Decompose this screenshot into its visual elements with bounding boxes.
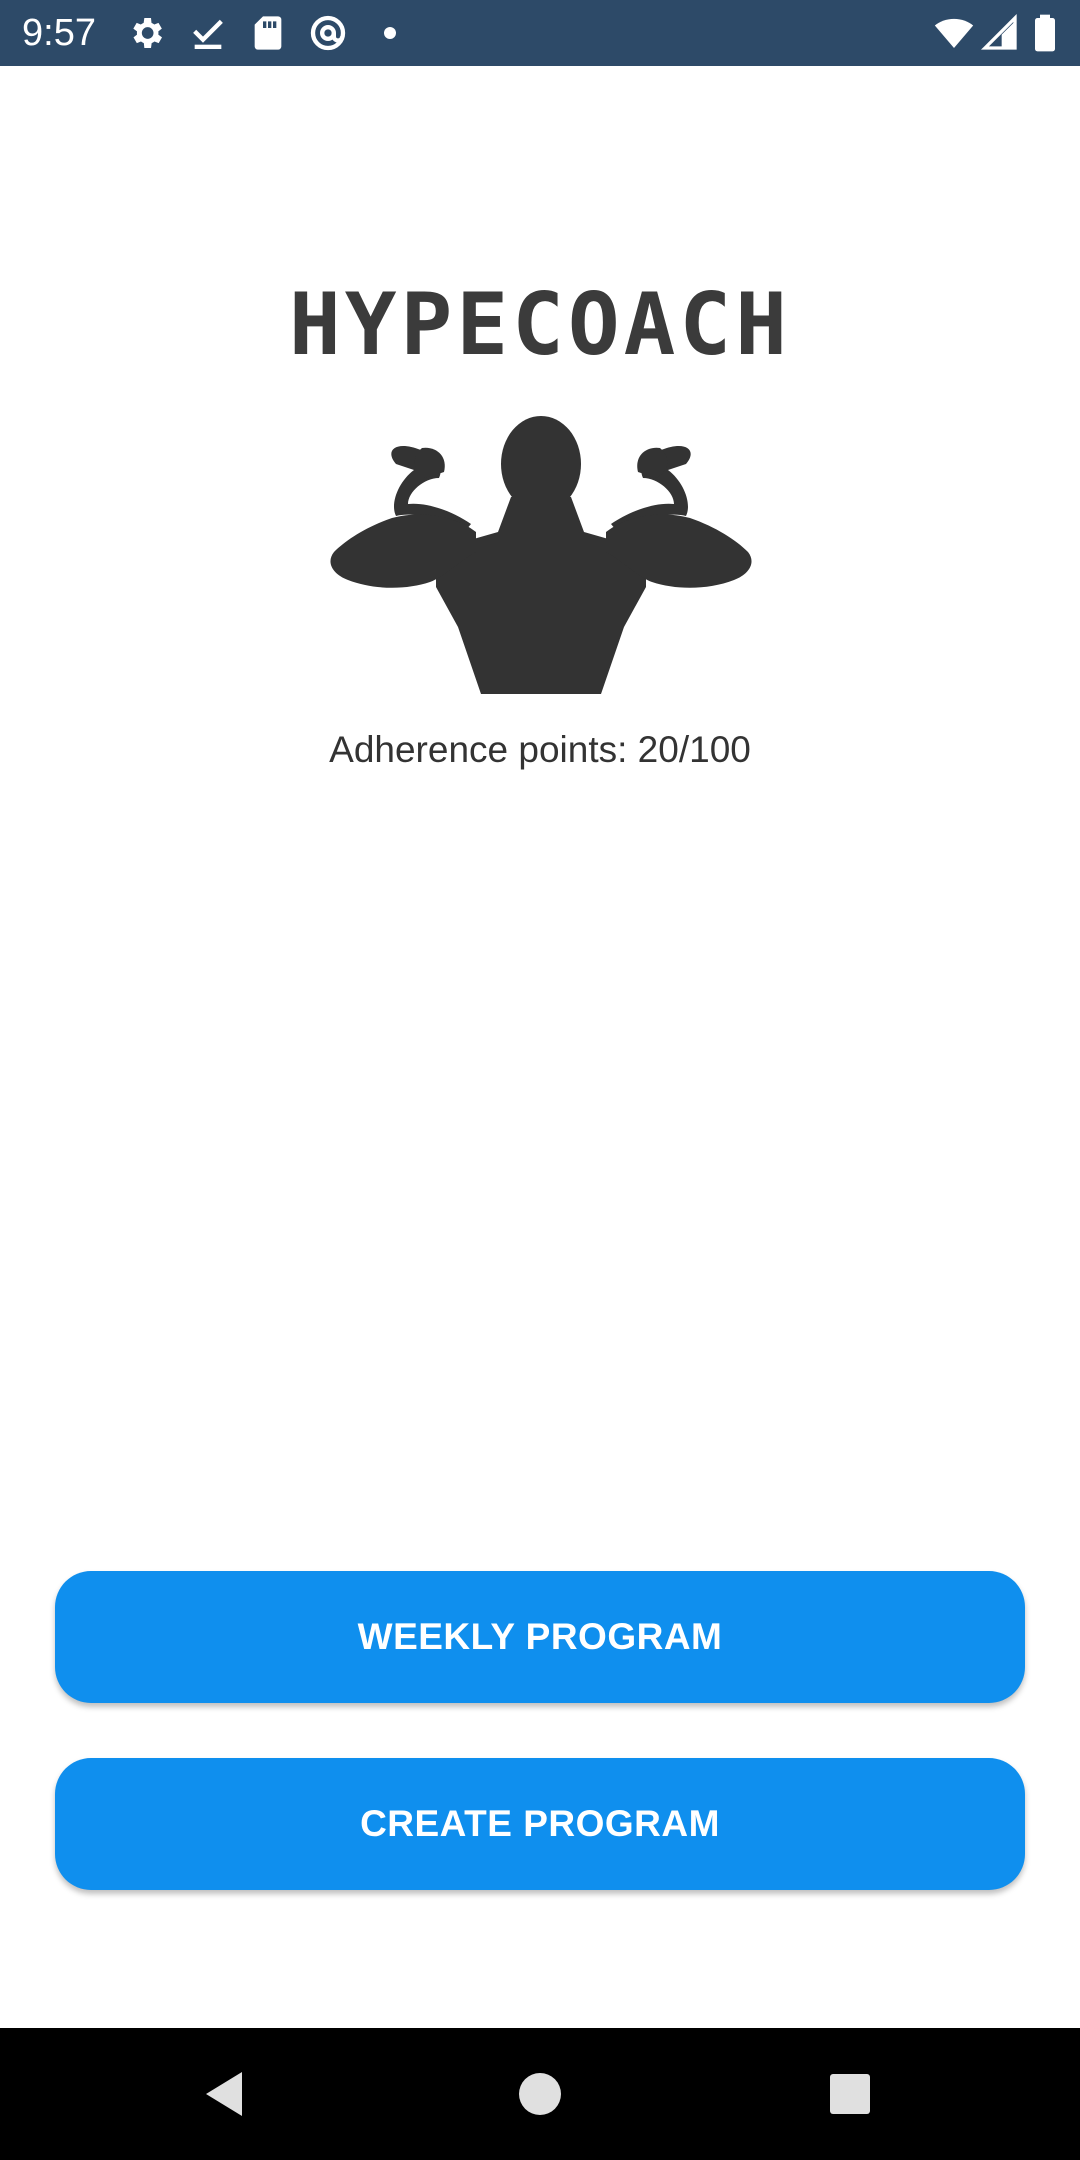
status-bar: 9:57 [0, 0, 1080, 66]
home-icon[interactable] [510, 2064, 570, 2124]
battery-icon [1030, 13, 1060, 53]
navigation-bar [0, 2028, 1080, 2160]
cell-signal-icon [980, 13, 1020, 53]
weekly-program-button[interactable]: WEEKLY PROGRAM [55, 1571, 1025, 1703]
adherence-points-label: Adherence points: 20/100 [329, 729, 751, 770]
gear-icon [126, 13, 166, 53]
status-time: 9:57 [22, 12, 96, 54]
at-sign-icon [308, 13, 348, 53]
recents-icon[interactable] [820, 2064, 880, 2124]
app-title: HYPECOACH [289, 275, 791, 375]
wifi-icon [934, 13, 974, 53]
back-icon[interactable] [196, 2064, 256, 2124]
bodybuilder-flexing-icon [326, 412, 756, 694]
app-screen: 9:57 HYPECOACH Adherence points: 20/100 … [0, 0, 1080, 2160]
sd-card-icon [248, 13, 288, 53]
dot-icon [370, 13, 410, 53]
checkmark-icon [188, 13, 228, 53]
create-program-button[interactable]: CREATE PROGRAM [55, 1758, 1025, 1890]
